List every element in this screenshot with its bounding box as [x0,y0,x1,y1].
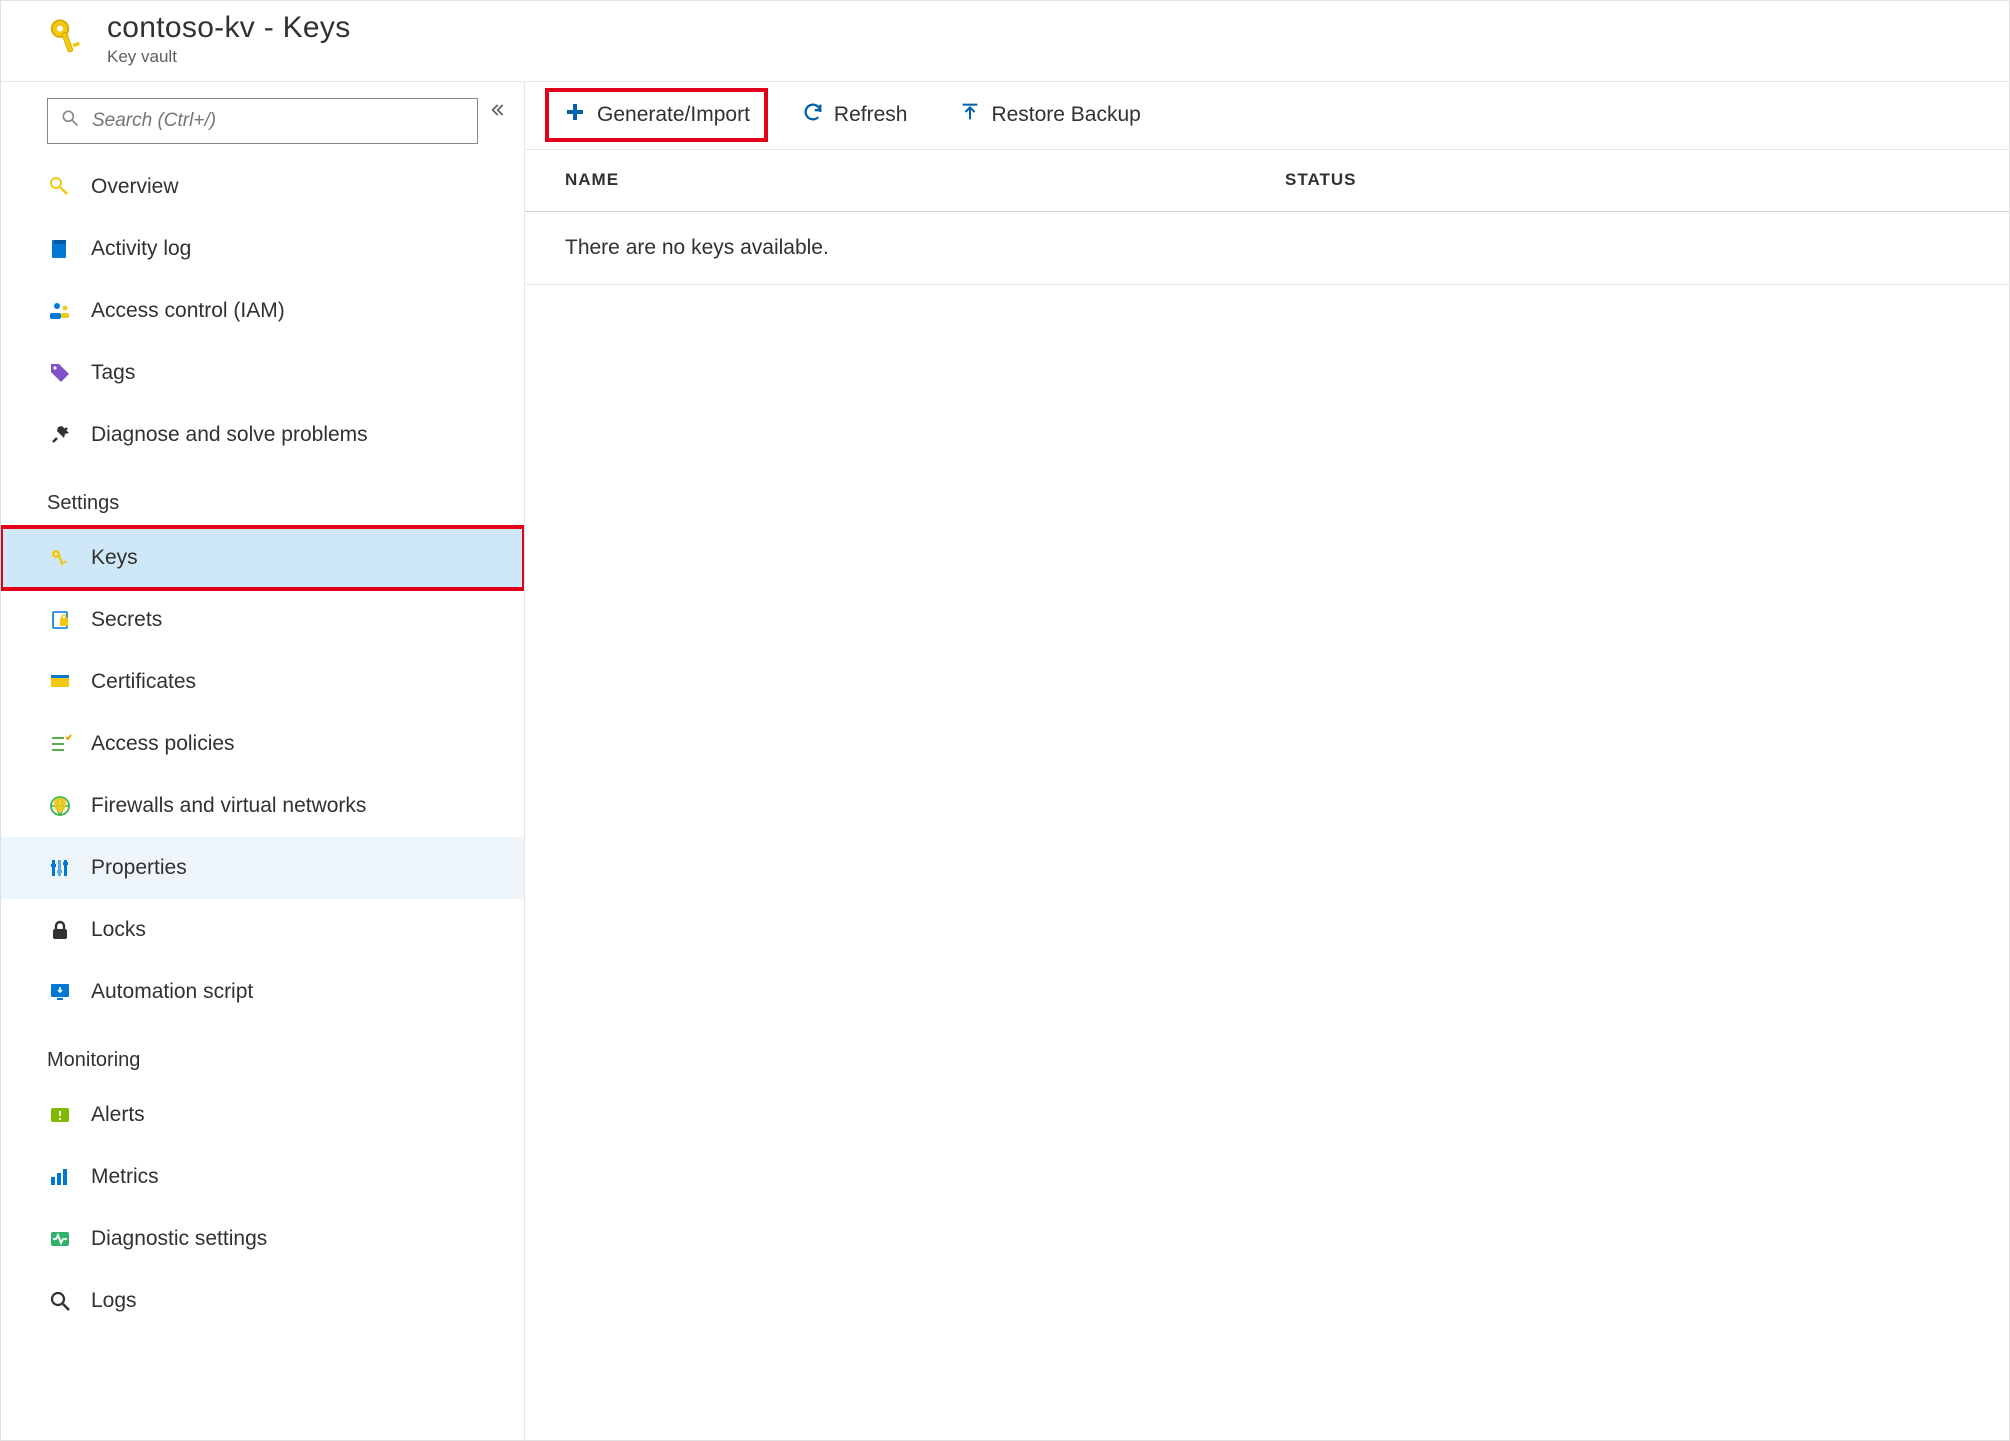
sidebar-item-access-policies[interactable]: Access policies [1,713,524,775]
secrets-icon [47,608,73,632]
firewalls-icon [47,794,73,818]
logs-icon [47,1289,73,1313]
sidebar-item-overview[interactable]: Overview [1,156,524,218]
access-policies-icon [47,732,73,756]
sidebar-item-label: Access control (IAM) [91,299,285,323]
sidebar-item-logs[interactable]: Logs [1,1270,524,1332]
nav: Overview Activity log Access control (IA… [1,156,524,1440]
diagnose-icon [47,423,73,447]
page-title: contoso-kv - Keys [107,11,351,44]
column-status[interactable]: STATUS [1285,170,1356,190]
sidebar-item-label: Logs [91,1289,137,1313]
restore-backup-button[interactable]: Restore Backup [945,93,1154,137]
sidebar-item-properties[interactable]: Properties [1,837,524,899]
tags-icon [47,361,73,385]
keys-table: NAME STATUS There are no keys available. [525,150,2009,1440]
body: Overview Activity log Access control (IA… [1,82,2009,1440]
sidebar-item-label: Metrics [91,1165,159,1189]
page-subtitle: Key vault [107,48,351,67]
access-control-icon [47,299,73,323]
sidebar-item-locks[interactable]: Locks [1,899,524,961]
automation-script-icon [47,980,73,1004]
sidebar-item-diagnose[interactable]: Diagnose and solve problems [1,404,524,466]
section-label-monitoring: Monitoring [1,1023,524,1084]
section-label-settings: Settings [1,466,524,527]
page: contoso-kv - Keys Key vault [0,0,2010,1441]
key-vault-icon [45,17,85,57]
sidebar-item-alerts[interactable]: Alerts [1,1084,524,1146]
metrics-icon [47,1165,73,1189]
sidebar-item-firewalls[interactable]: Firewalls and virtual networks [1,775,524,837]
sidebar-item-label: Tags [91,361,135,385]
column-name[interactable]: NAME [565,170,1285,190]
refresh-icon [802,101,824,129]
activity-log-icon [47,237,73,261]
diagnostic-settings-icon [47,1227,73,1251]
sidebar-search[interactable] [47,98,478,144]
sidebar-item-tags[interactable]: Tags [1,342,524,404]
sidebar-item-label: Access policies [91,732,235,756]
sidebar-item-label: Certificates [91,670,196,694]
sidebar-item-label: Diagnose and solve problems [91,423,368,447]
sidebar-item-label: Alerts [91,1103,145,1127]
sidebar-item-label: Secrets [91,608,162,632]
sidebar: Overview Activity log Access control (IA… [1,82,525,1440]
sidebar-item-label: Automation script [91,980,253,1004]
restore-backup-icon [959,101,981,129]
table-header: NAME STATUS [525,150,2009,212]
sidebar-item-label: Keys [91,546,138,570]
key-icon [47,546,73,570]
sidebar-item-activity-log[interactable]: Activity log [1,218,524,280]
sidebar-item-label: Locks [91,918,146,942]
lock-icon [47,918,73,942]
sidebar-item-label: Properties [91,856,187,880]
title-text: contoso-kv - Keys Key vault [107,11,351,67]
empty-state-message: There are no keys available. [525,212,2009,285]
plus-icon [563,100,587,130]
sidebar-item-secrets[interactable]: Secrets [1,589,524,651]
command-label: Refresh [834,103,908,127]
generate-import-button[interactable]: Generate/Import [549,92,764,138]
search-input[interactable] [90,109,465,133]
sidebar-item-label: Firewalls and virtual networks [91,794,366,818]
main-pane: Generate/Import Refresh Restore Backup [525,82,2009,1440]
command-bar: Generate/Import Refresh Restore Backup [525,82,2009,150]
sidebar-item-automation-script[interactable]: Automation script [1,961,524,1023]
sidebar-item-label: Activity log [91,237,191,261]
sidebar-item-metrics[interactable]: Metrics [1,1146,524,1208]
refresh-button[interactable]: Refresh [788,93,922,137]
properties-icon [47,856,73,880]
search-icon [60,108,80,134]
sidebar-item-diagnostic-settings[interactable]: Diagnostic settings [1,1208,524,1270]
sidebar-item-access-control[interactable]: Access control (IAM) [1,280,524,342]
sidebar-item-certificates[interactable]: Certificates [1,651,524,713]
alerts-icon [47,1103,73,1127]
sidebar-item-label: Diagnostic settings [91,1227,267,1251]
sidebar-item-keys[interactable]: Keys [1,527,524,589]
command-label: Generate/Import [597,103,750,127]
sidebar-item-label: Overview [91,175,179,199]
collapse-sidebar-button[interactable] [486,100,506,126]
title-bar: contoso-kv - Keys Key vault [1,1,2009,82]
command-label: Restore Backup [991,103,1140,127]
key-icon [47,175,73,199]
certificates-icon [47,670,73,694]
